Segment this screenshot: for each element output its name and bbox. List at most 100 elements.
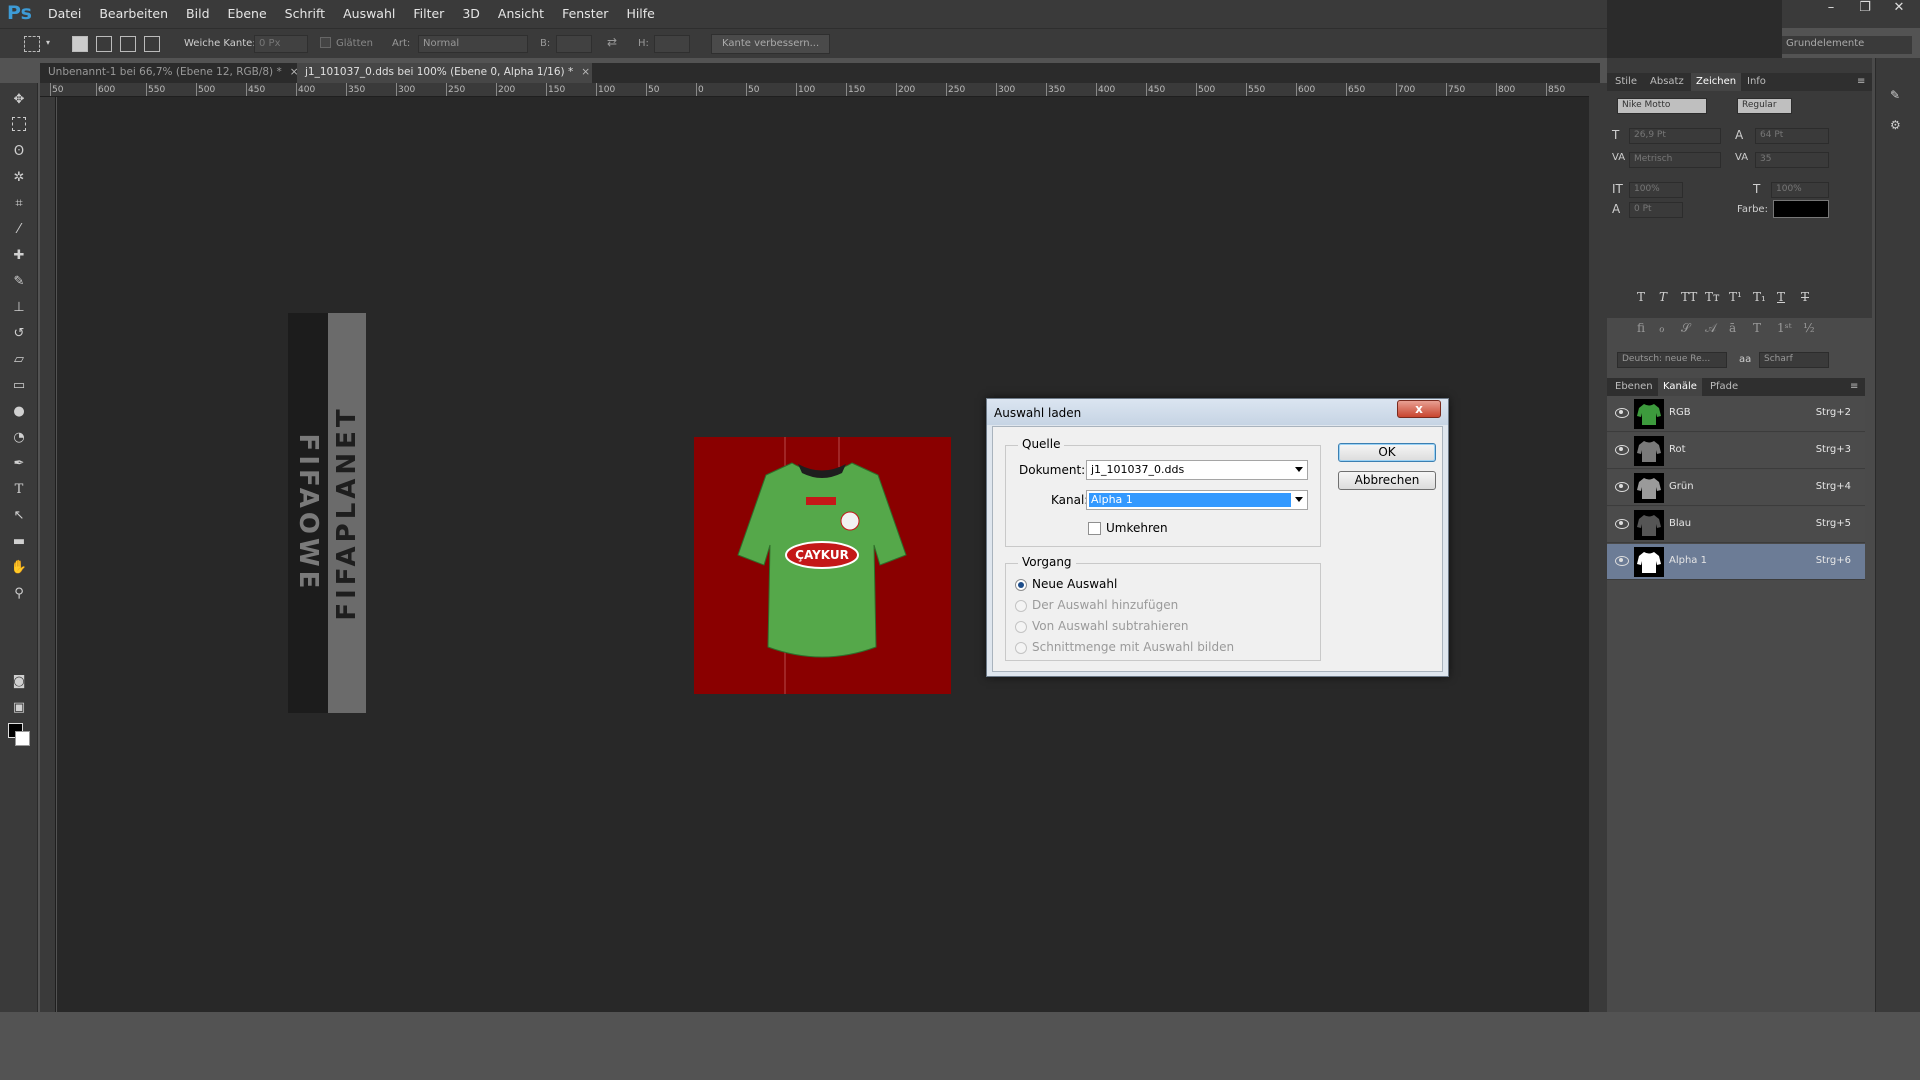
faux-bold-icon[interactable]: T <box>1637 290 1645 304</box>
eye-icon[interactable] <box>1615 556 1629 566</box>
close-window-button[interactable]: ✕ <box>1888 0 1910 15</box>
eyedropper-icon[interactable]: ⁄ <box>10 221 28 239</box>
crop-tool-icon[interactable]: ⌗ <box>10 195 28 213</box>
menu-auswahl[interactable]: Auswahl <box>343 6 395 21</box>
background-color-swatch[interactable] <box>15 731 30 746</box>
type-tool-icon[interactable]: T <box>10 481 28 499</box>
tracking-input[interactable]: 35 <box>1755 152 1829 168</box>
brush-tool-icon[interactable]: ✎ <box>10 273 28 291</box>
canvas-scrollbar[interactable] <box>1589 83 1607 1012</box>
menu-ebene[interactable]: Ebene <box>228 6 267 21</box>
baseline-input[interactable]: 0 Pt <box>1629 202 1683 218</box>
superscript-icon[interactable]: T¹ <box>1729 290 1742 304</box>
radio-intersect-selection[interactable] <box>1015 642 1027 654</box>
subtract-selection-icon[interactable] <box>120 36 136 52</box>
panel-menu-icon[interactable]: ≡ <box>1857 76 1865 87</box>
quick-mask-icon[interactable]: ◙ <box>10 673 28 691</box>
restore-button[interactable]: ❐ <box>1854 0 1876 15</box>
gradient-tool-icon[interactable]: ▭ <box>10 377 28 395</box>
radio-subtract-selection[interactable] <box>1015 621 1027 633</box>
tab-zeichen[interactable]: Zeichen <box>1691 73 1742 91</box>
menu-schrift[interactable]: Schrift <box>285 6 325 21</box>
stylistic-icon[interactable]: T <box>1753 321 1761 335</box>
tab-j1-dds[interactable]: j1_101037_0.dds bei 100% (Ebene 0, Alpha… <box>297 63 592 83</box>
adjust-icon[interactable]: ⚙ <box>1890 118 1901 132</box>
text-color-swatch[interactable] <box>1773 200 1829 218</box>
marquee-tool-icon[interactable] <box>12 117 26 131</box>
ok-button[interactable]: OK <box>1338 443 1436 462</box>
feather-input[interactable]: 0 Px <box>254 35 308 53</box>
tab-stile[interactable]: Stile <box>1615 76 1637 87</box>
panel-menu-icon[interactable]: ≡ <box>1850 381 1858 392</box>
menu-bild[interactable]: Bild <box>186 6 209 21</box>
font-family-select[interactable]: Nike Motto <box>1617 98 1707 114</box>
channel-row-blau[interactable]: Blau Strg+5 <box>1607 507 1865 543</box>
history-brush-icon[interactable]: ↺ <box>10 325 28 343</box>
horizontal-scale-input[interactable]: 100% <box>1771 182 1829 198</box>
zoom-tool-icon[interactable]: ⚲ <box>10 585 28 603</box>
channel-select[interactable]: Alpha 1 <box>1086 490 1308 510</box>
radio-new-selection[interactable] <box>1015 579 1027 591</box>
radio-add-selection[interactable] <box>1015 600 1027 612</box>
document-select[interactable]: j1_101037_0.dds <box>1086 460 1308 480</box>
intersect-selection-icon[interactable] <box>144 36 160 52</box>
menu-datei[interactable]: Datei <box>48 6 81 21</box>
font-size-input[interactable]: 26,9 Pt <box>1629 128 1721 144</box>
shape-tool-icon[interactable]: ▬ <box>10 533 28 551</box>
dialog-close-button[interactable]: x <box>1397 400 1441 418</box>
dodge-tool-icon[interactable]: ◔ <box>10 429 28 447</box>
strikethrough-icon[interactable]: T <box>1801 290 1809 304</box>
channel-row-rgb[interactable]: RGB Strg+2 <box>1607 396 1865 432</box>
cancel-button[interactable]: Abbrechen <box>1338 471 1436 490</box>
kerning-input[interactable]: Metrisch <box>1629 152 1721 168</box>
antialias-select[interactable]: Scharf <box>1759 352 1829 368</box>
eye-icon[interactable] <box>1615 519 1629 529</box>
tab-info[interactable]: Info <box>1747 76 1766 87</box>
fractions-icon[interactable]: ½ <box>1803 321 1815 335</box>
stamp-tool-icon[interactable]: ⊥ <box>10 299 28 317</box>
eye-icon[interactable] <box>1615 482 1629 492</box>
small-caps-icon[interactable]: Tт <box>1705 290 1720 304</box>
channel-row-gruen[interactable]: Grün Strg+4 <box>1607 470 1865 506</box>
swash-icon[interactable]: 𝒮 <box>1681 321 1690 336</box>
channel-row-rot[interactable]: Rot Strg+3 <box>1607 433 1865 469</box>
preset-dropdown-icon[interactable]: ▾ <box>46 38 50 47</box>
dialog-titlebar[interactable]: Auswahl laden x <box>987 399 1448 425</box>
tab-pfade[interactable]: Pfade <box>1710 381 1738 392</box>
faux-italic-icon[interactable]: T <box>1659 290 1667 304</box>
tab-unbenannt[interactable]: Unbenannt-1 bei 66,7% (Ebene 12, RGB/8) … <box>40 63 299 83</box>
healing-brush-icon[interactable]: ✚ <box>10 247 28 265</box>
ligature-icon[interactable]: ﬁ <box>1637 321 1645 335</box>
width-input[interactable] <box>556 35 592 53</box>
hand-tool-icon[interactable]: ✋ <box>10 559 28 577</box>
ordinals-icon[interactable]: 1ˢᵗ <box>1777 321 1792 335</box>
add-selection-icon[interactable] <box>96 36 112 52</box>
minimize-button[interactable]: – <box>1820 0 1842 15</box>
language-select[interactable]: Deutsch: neue Re... <box>1617 352 1727 368</box>
antialias-checkbox[interactable] <box>320 37 331 48</box>
ordinal-icon[interactable]: ℴ <box>1659 321 1665 335</box>
magic-wand-icon[interactable]: ✲ <box>10 169 28 187</box>
contextual-icon[interactable]: ā <box>1729 321 1736 335</box>
menu-ansicht[interactable]: Ansicht <box>498 6 544 21</box>
leading-input[interactable]: 64 Pt <box>1755 128 1829 144</box>
lasso-tool-icon[interactable]: ʘ <box>10 143 28 161</box>
menu-3d[interactable]: 3D <box>462 6 480 21</box>
font-style-select[interactable]: Regular <box>1737 98 1792 114</box>
height-input[interactable] <box>654 35 690 53</box>
workspace-select[interactable]: Grundelemente <box>1782 36 1912 54</box>
menu-fenster[interactable]: Fenster <box>562 6 608 21</box>
marquee-tool-icon[interactable] <box>24 36 40 52</box>
menu-filter[interactable]: Filter <box>413 6 444 21</box>
screen-mode-icon[interactable]: ▣ <box>10 699 28 717</box>
refine-edge-button[interactable]: Kante verbessern... <box>711 34 831 54</box>
new-selection-icon[interactable] <box>72 36 88 52</box>
underline-icon[interactable]: T <box>1777 290 1785 304</box>
titling-icon[interactable]: 𝒜 <box>1705 321 1716 336</box>
tab-kanaele[interactable]: Kanäle <box>1658 378 1702 396</box>
menu-hilfe[interactable]: Hilfe <box>626 6 654 21</box>
path-selection-icon[interactable]: ↖ <box>10 507 28 525</box>
tab-close-icon[interactable]: × <box>581 66 590 78</box>
eraser-tool-icon[interactable]: ▱ <box>10 351 28 369</box>
brush-preset-icon[interactable]: ✎ <box>1890 88 1900 102</box>
